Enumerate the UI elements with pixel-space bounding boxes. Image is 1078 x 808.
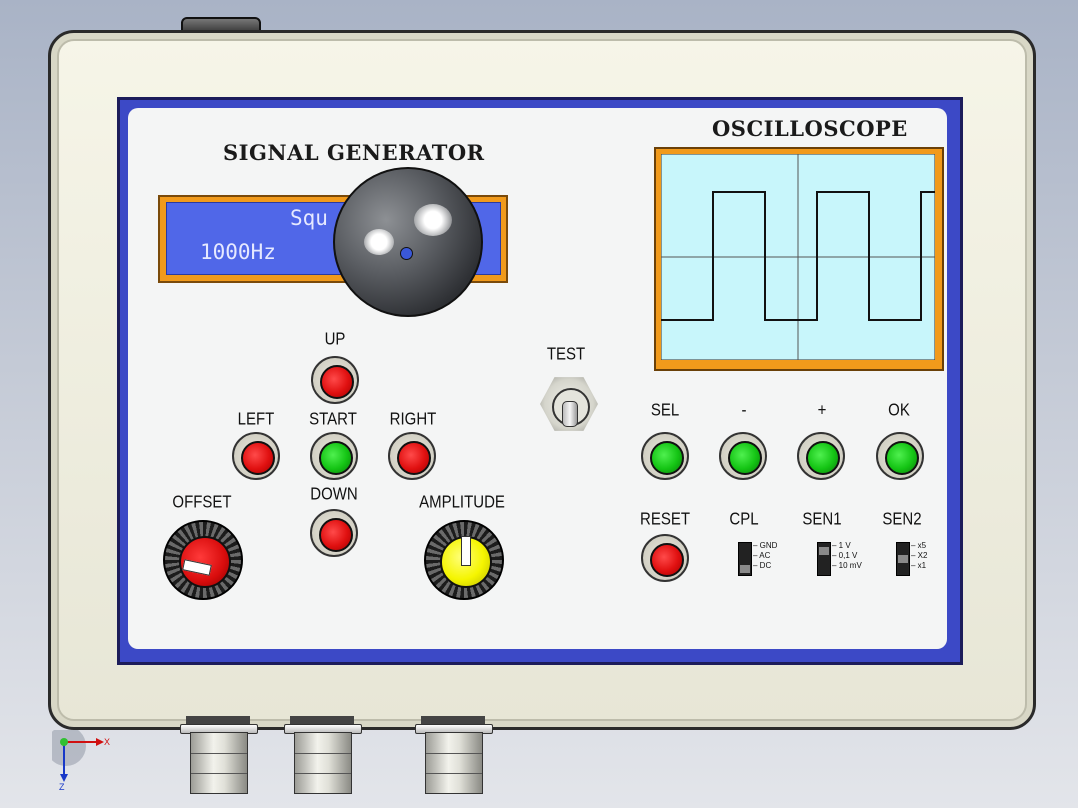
offset-label: OFFSET xyxy=(172,492,232,513)
sen1-switch[interactable] xyxy=(817,542,831,576)
test-label: TEST xyxy=(546,344,586,365)
sen2-switch-thumb xyxy=(898,555,908,563)
reset-button[interactable] xyxy=(641,534,689,582)
axis-gizmo: X Z xyxy=(52,730,110,790)
down-button[interactable] xyxy=(310,509,358,557)
bnc-body xyxy=(294,732,352,794)
right-button-cap xyxy=(397,441,431,475)
right-label: RIGHT xyxy=(389,409,437,430)
cpl-option-dc: – DC xyxy=(753,561,772,570)
amplitude-knob[interactable] xyxy=(424,520,504,600)
ok-button-cap xyxy=(885,441,919,475)
sen2-label: SEN2 xyxy=(882,509,922,530)
start-label: START xyxy=(309,409,357,430)
lcd-waveform-text: Squ xyxy=(290,206,328,230)
bnc-top xyxy=(290,716,354,724)
down-label: DOWN xyxy=(310,484,358,505)
sen2-options: – x5 – X2 – x1 xyxy=(911,541,927,571)
ball-cursor[interactable] xyxy=(333,167,483,317)
bnc-connector-2[interactable] xyxy=(284,716,362,794)
oscilloscope-title: OSCILLOSCOPE xyxy=(712,116,908,141)
left-label: LEFT xyxy=(237,409,275,430)
reset-button-cap xyxy=(650,543,684,577)
ball-highlight xyxy=(414,204,452,236)
cpl-label: CPL xyxy=(729,509,759,530)
bnc-connector-1[interactable] xyxy=(180,716,258,794)
bnc-connector-3[interactable] xyxy=(415,716,493,794)
bnc-top xyxy=(186,716,250,724)
ok-label: OK xyxy=(888,400,910,421)
sel-button[interactable] xyxy=(641,432,689,480)
plus-button[interactable] xyxy=(797,432,845,480)
plus-button-cap xyxy=(806,441,840,475)
left-button[interactable] xyxy=(232,432,280,480)
up-label: UP xyxy=(324,329,346,350)
cpl-options: – GND – AC – DC xyxy=(753,541,777,571)
sen2-option-x5: – x5 xyxy=(911,541,927,550)
amplitude-label: AMPLITUDE xyxy=(419,492,505,513)
bnc-top xyxy=(421,716,485,724)
left-button-cap xyxy=(241,441,275,475)
up-button[interactable] xyxy=(311,356,359,404)
minus-button-cap xyxy=(728,441,762,475)
minus-label: - xyxy=(741,400,747,421)
axis-x-label: X xyxy=(104,737,110,747)
plus-label: + xyxy=(817,400,827,421)
bnc-body xyxy=(425,732,483,794)
lcd-frequency-text: 1000Hz xyxy=(200,240,276,264)
right-button[interactable] xyxy=(388,432,436,480)
sen2-option-x1: – x1 xyxy=(911,561,927,570)
sen1-option-1v: – 1 V xyxy=(832,541,851,550)
ok-button[interactable] xyxy=(876,432,924,480)
up-button-cap xyxy=(320,365,354,399)
sel-button-cap xyxy=(650,441,684,475)
cpl-switch[interactable] xyxy=(738,542,752,576)
sen1-label: SEN1 xyxy=(802,509,842,530)
signal-generator-title: SIGNAL GENERATOR xyxy=(223,140,485,165)
sen1-options: – 1 V – 0,1 V – 10 mV xyxy=(832,541,862,571)
ball-cursor-dot xyxy=(400,247,413,260)
sen2-option-x2: – X2 xyxy=(911,551,928,560)
amplitude-knob-indicator xyxy=(461,536,471,566)
bnc-body xyxy=(190,732,248,794)
down-button-cap xyxy=(319,518,353,552)
scope-screen xyxy=(661,154,935,360)
cpl-option-gnd: – GND xyxy=(753,541,778,550)
sel-label: SEL xyxy=(650,400,680,421)
sen1-option-01v: – 0,1 V xyxy=(832,551,858,560)
start-button[interactable] xyxy=(310,432,358,480)
sen1-switch-thumb xyxy=(819,547,829,555)
axis-z-label: Z xyxy=(59,782,65,790)
cpl-option-ac: – AC xyxy=(753,551,771,560)
sen1-option-10mv: – 10 mV xyxy=(832,561,862,570)
reset-label: RESET xyxy=(639,509,691,530)
minus-button[interactable] xyxy=(719,432,767,480)
offset-knob[interactable] xyxy=(163,520,243,600)
ball-highlight xyxy=(364,229,394,255)
start-button-cap xyxy=(319,441,353,475)
sen2-switch[interactable] xyxy=(896,542,910,576)
cpl-switch-thumb xyxy=(740,565,750,573)
test-toggle-switch[interactable] xyxy=(562,401,578,427)
